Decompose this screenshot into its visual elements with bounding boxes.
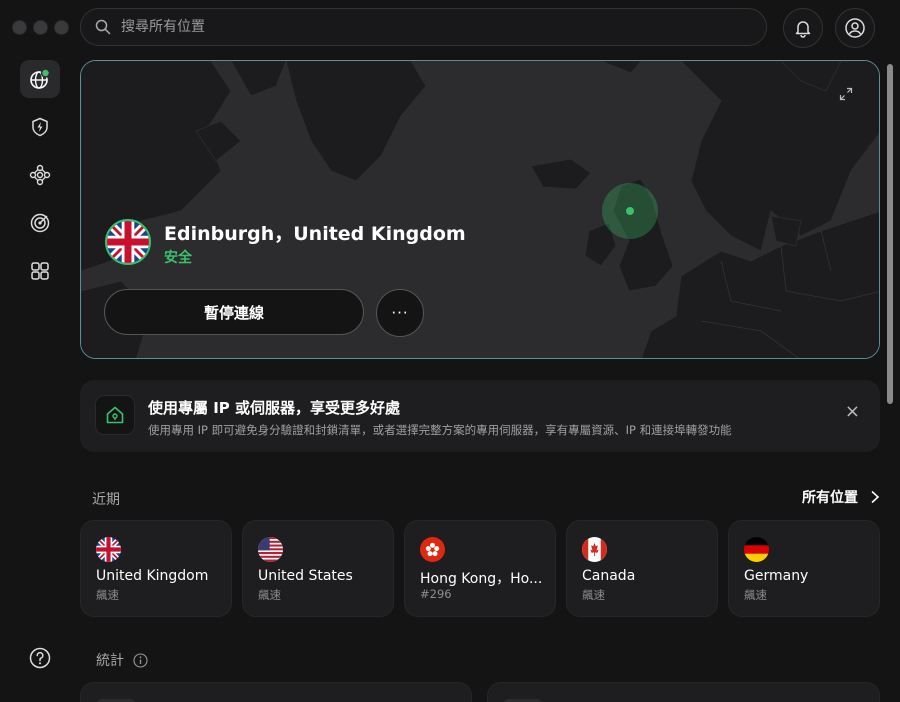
all-locations-link[interactable]: 所有位置 (802, 487, 880, 507)
us-flag-icon (258, 537, 283, 562)
location-name: United Kingdom (96, 568, 209, 584)
close-window-button[interactable] (12, 20, 27, 35)
shield-bolt-icon (32, 117, 48, 137)
recent-location-card[interactable]: Germany 飆速 (728, 520, 880, 617)
search-icon (95, 19, 111, 35)
sidebar-item-dark-web-monitor[interactable] (20, 204, 60, 242)
location-sub: 飆速 (744, 588, 767, 602)
search-input[interactable] (119, 18, 723, 36)
help-button[interactable] (29, 647, 51, 673)
location-name: Hong Kong，Ho... (420, 571, 543, 587)
all-locations-label: 所有位置 (802, 490, 858, 506)
stats-card[interactable] (80, 682, 472, 702)
de-flag-icon (744, 537, 769, 562)
stats-card[interactable] (487, 682, 880, 702)
location-sub: #296 (420, 587, 452, 601)
sidebar-item-meshnet[interactable] (20, 156, 60, 194)
sidebar-item-apps[interactable] (20, 252, 60, 290)
help-icon (29, 647, 51, 669)
uk-flag-icon (107, 221, 149, 263)
location-sub: 飆速 (258, 588, 281, 602)
sidebar-item-globe[interactable] (20, 60, 60, 98)
meshnet-icon (29, 164, 51, 186)
recent-locations-list: United Kingdom 飆速 United States 飆速 Hong … (80, 520, 880, 617)
account-button[interactable] (835, 8, 875, 48)
banner-icon-box (95, 395, 135, 435)
scrollbar-thumb[interactable] (887, 64, 893, 404)
expand-map-button[interactable] (829, 77, 863, 111)
search-bar[interactable] (80, 8, 767, 46)
location-name: Canada (582, 568, 636, 584)
location-sub: 飆速 (96, 588, 119, 602)
banner-description: 使用專用 IP 即可避免身分驗證和封鎖清單，或者選擇完整方案的專用伺服器，享有專… (148, 423, 732, 437)
stats-label: 統計 (96, 653, 124, 669)
window-controls (12, 20, 69, 35)
recent-location-card[interactable]: United States 飆速 (242, 520, 394, 617)
recent-location-card[interactable]: Hong Kong，Ho... #296 (404, 520, 556, 617)
expand-icon (839, 87, 853, 101)
home-pin-icon (106, 406, 124, 424)
chevron-right-icon (871, 490, 880, 504)
connection-status: 安全 (164, 250, 192, 266)
close-icon[interactable]: × (845, 401, 860, 422)
more-options-button[interactable]: ··· (376, 289, 424, 337)
location-name: United States (258, 568, 353, 584)
user-icon (845, 18, 865, 38)
location-sub: 飆速 (582, 588, 605, 602)
grid-icon (31, 262, 49, 280)
recent-location-card[interactable]: Canada 飆速 (566, 520, 718, 617)
connected-country-flag (105, 219, 151, 265)
recent-location-card[interactable]: United Kingdom 飆速 (80, 520, 232, 617)
stats-section: 統計 (96, 650, 148, 670)
bell-icon (795, 21, 811, 38)
notifications-button[interactable] (783, 8, 823, 48)
ca-flag-icon (582, 537, 607, 562)
sidebar-item-threat-protection[interactable] (20, 108, 60, 146)
radar-icon (30, 213, 50, 233)
minimize-window-button[interactable] (33, 20, 48, 35)
location-name: Germany (744, 568, 809, 584)
uk-flag-icon (96, 537, 121, 562)
recent-section-label: 近期 (92, 492, 120, 508)
connection-map-card: Edinburgh，United Kingdom 安全 暫停連線 ··· (80, 60, 880, 359)
scrollbar[interactable] (885, 60, 895, 702)
info-icon[interactable] (133, 652, 148, 668)
dedicated-ip-banner[interactable]: 使用專屬 IP 或伺服器，享受更多好處 使用專用 IP 即可避免身分驗證和封鎖清… (80, 380, 880, 452)
app-window: Edinburgh，United Kingdom 安全 暫停連線 ··· 使用專… (0, 0, 900, 702)
sidebar (20, 60, 60, 300)
banner-title: 使用專屬 IP 或伺服器，享受更多好處 (148, 399, 401, 417)
pause-connection-button[interactable]: 暫停連線 (104, 289, 364, 335)
connected-location: Edinburgh，United Kingdom (164, 223, 466, 245)
globe-icon (30, 68, 51, 89)
zoom-window-button[interactable] (54, 20, 69, 35)
hk-flag-icon (420, 537, 445, 562)
